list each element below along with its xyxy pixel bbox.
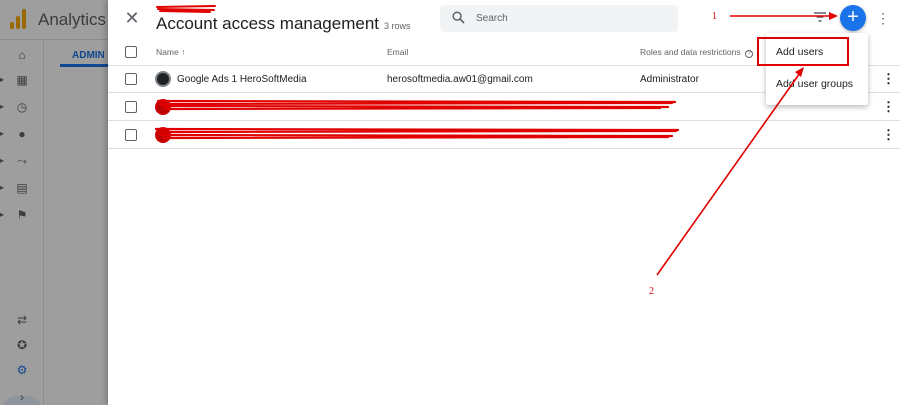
user-role: Administrator (640, 74, 699, 85)
column-header-email[interactable]: Email (387, 47, 408, 57)
filter-icon[interactable] (812, 10, 828, 24)
row-more-icon[interactable]: ⋮ (882, 126, 895, 144)
column-header-roles[interactable]: Roles and data restrictions ? (640, 47, 754, 58)
menu-item-add-users[interactable]: Add users (776, 46, 823, 58)
column-header-name[interactable]: Name ↑ (156, 47, 185, 57)
table-row[interactable]: ⋮ (108, 122, 900, 149)
search-input[interactable] (476, 9, 666, 28)
column-header-name-label: Name (156, 47, 179, 57)
row-count: 3 rows (384, 21, 411, 31)
panel-title-text: Account access management (156, 14, 380, 33)
menu-item-add-user-groups[interactable]: Add user groups (776, 78, 853, 90)
user-email: herosoftmedia.aw01@gmail.com (387, 74, 533, 85)
row-checkbox[interactable] (125, 129, 137, 141)
avatar (155, 127, 171, 143)
page-title: Account access management 3 rows (156, 14, 411, 34)
row-checkbox[interactable] (125, 101, 137, 113)
row-more-icon[interactable]: ⋮ (882, 70, 895, 88)
avatar (155, 71, 171, 87)
annotation-label-2: 2 (649, 286, 654, 297)
user-name: Google Ads 1 HeroSoftMedia (177, 74, 307, 85)
avatar (155, 99, 171, 115)
select-all-checkbox[interactable] (125, 46, 137, 58)
row-more-icon[interactable]: ⋮ (882, 98, 895, 116)
search-box[interactable] (440, 5, 678, 32)
add-button[interactable]: + (840, 5, 866, 31)
close-icon[interactable]: ✕ (122, 8, 142, 28)
help-icon[interactable]: ? (745, 50, 754, 58)
column-header-roles-label: Roles and data restrictions (640, 47, 741, 57)
row-checkbox[interactable] (125, 73, 137, 85)
annotation-label-1: 1 (712, 11, 717, 22)
search-icon (452, 11, 465, 24)
add-menu: Add users Add user groups (766, 33, 868, 105)
sort-arrow-icon: ↑ (181, 47, 186, 57)
more-vert-icon[interactable]: ⋮ (876, 7, 890, 29)
